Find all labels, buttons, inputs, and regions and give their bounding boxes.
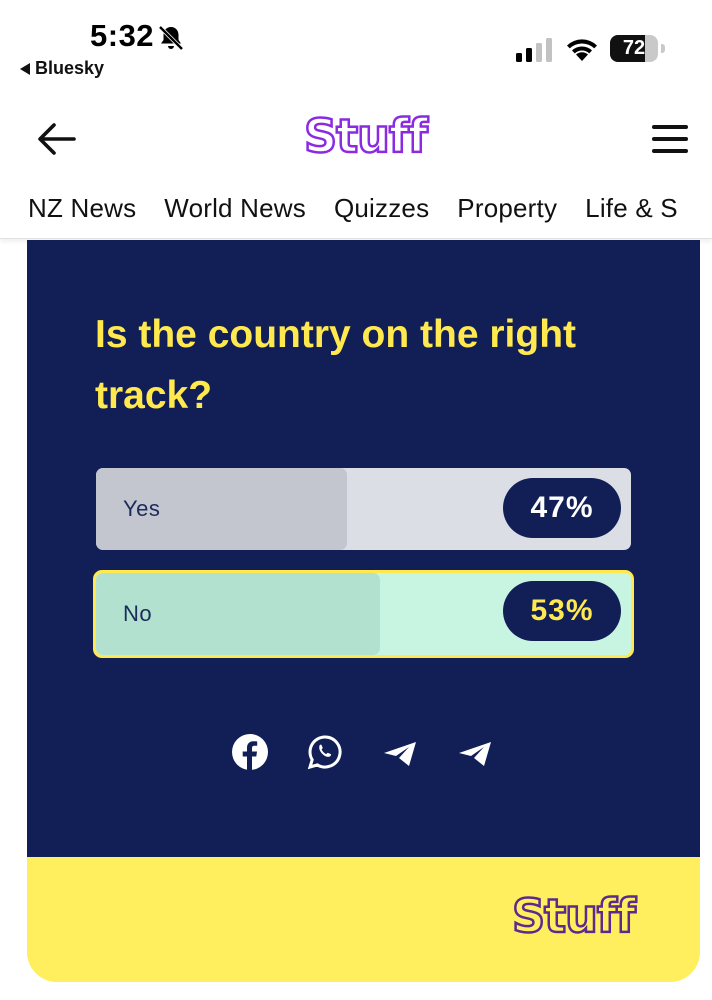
facebook-icon[interactable]: [232, 734, 268, 770]
poll-option-yes[interactable]: Yes 47%: [96, 468, 631, 550]
stuff-logo[interactable]: Stuff: [303, 108, 429, 165]
section-nav-list: NZ News World News Quizzes Property Life & S: [28, 193, 678, 224]
back-arrow-icon[interactable]: [36, 121, 76, 157]
site-header: Stuff: [0, 95, 712, 185]
poll-option-label: Yes: [123, 496, 161, 521]
wifi-icon: [567, 39, 597, 61]
cellular-signal-icon: [516, 38, 552, 62]
nav-item[interactable]: NZ News: [28, 193, 136, 224]
nav-item[interactable]: Quizzes: [334, 193, 429, 224]
section-nav: NZ News World News Quizzes Property Life & S: [0, 185, 712, 239]
back-triangle-icon: [20, 62, 30, 75]
nav-item[interactable]: Life & S: [585, 193, 678, 224]
menu-bar: [652, 125, 688, 129]
stuff-footer-logo: Stuff: [511, 888, 637, 945]
poll-option-no[interactable]: No 53%: [93, 570, 634, 658]
whatsapp-icon[interactable]: [307, 734, 343, 770]
share-buttons: [232, 734, 493, 770]
status-time: 5:32: [90, 18, 155, 53]
nav-item[interactable]: Property: [457, 193, 557, 224]
back-to-app-link[interactable]: Bluesky: [20, 58, 104, 79]
poll-panel: Is the country on the right track? Yes 4…: [27, 240, 700, 857]
battery-percent: 72: [622, 37, 646, 59]
silent-bell-icon: [158, 25, 184, 51]
poll-percent-badge: 47%: [503, 478, 621, 538]
poll-option-label: No: [123, 601, 153, 626]
poll-footer: Stuff: [27, 857, 700, 982]
telegram-icon[interactable]: [382, 734, 418, 770]
battery-indicator: 72: [610, 35, 666, 62]
nav-item[interactable]: World News: [164, 193, 306, 224]
battery-nub: [661, 44, 665, 53]
poll-question: Is the country on the right track?: [95, 313, 577, 417]
poll-percent-badge: 53%: [503, 581, 621, 641]
status-bar: 5:32 Bluesky 72: [0, 0, 712, 90]
telegram-icon[interactable]: [457, 734, 493, 770]
hamburger-menu-icon[interactable]: [652, 125, 688, 153]
poll-card: Is the country on the right track? Yes 4…: [27, 240, 700, 982]
menu-bar: [652, 149, 688, 153]
back-app-label: Bluesky: [35, 58, 105, 78]
menu-bar: [652, 137, 688, 141]
